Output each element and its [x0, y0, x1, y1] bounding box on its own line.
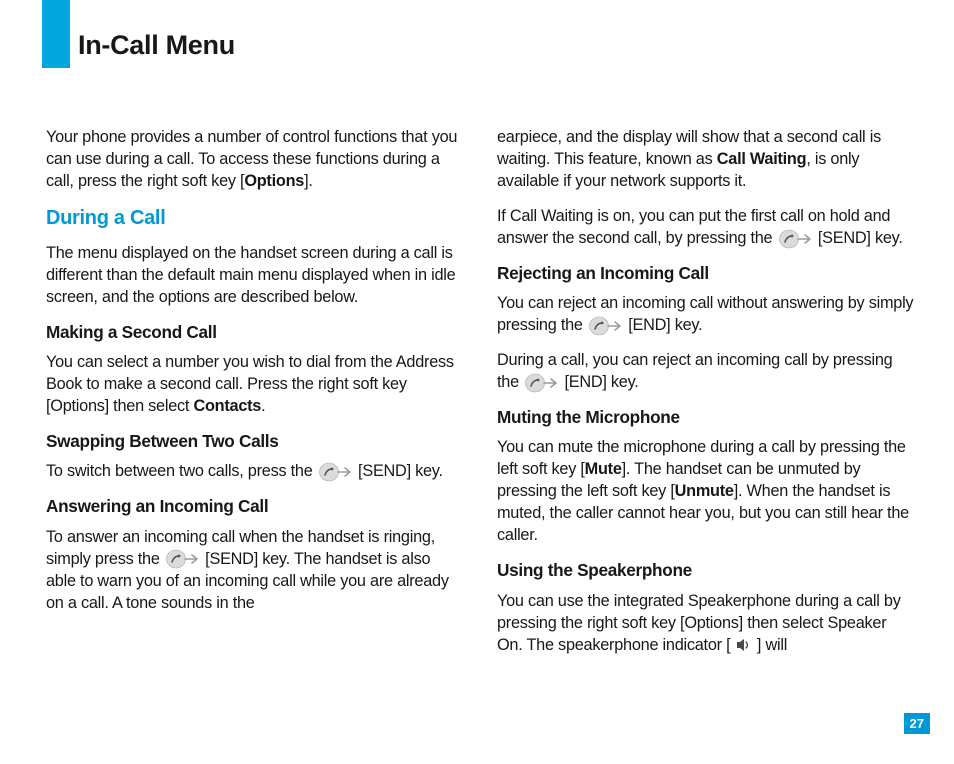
rejecting-call-heading: Rejecting an Incoming Call — [497, 262, 914, 285]
reject-text-b: [END] key. — [624, 316, 702, 334]
call-waiting-text-2: If Call Waiting is on, you can put the f… — [497, 205, 914, 249]
intro-text-b: ]. — [304, 172, 313, 190]
rejecting-call-text: You can reject an incoming call without … — [497, 292, 914, 336]
content-columns: Your phone provides a number of control … — [0, 72, 954, 669]
making-second-call-text: You can select a number you wish to dial… — [46, 351, 463, 417]
muting-mic-text: You can mute the microphone during a cal… — [497, 436, 914, 546]
swap-text-a: To switch between two calls, press the — [46, 462, 317, 480]
waiting2-text-b: [SEND] key. — [814, 229, 903, 247]
reject2-text-b: [END] key. — [560, 373, 638, 391]
mute-bold: Mute — [585, 460, 622, 478]
end-key-icon — [525, 375, 558, 391]
during-a-call-text: The menu displayed on the handset screen… — [46, 242, 463, 308]
swapping-calls-text: To switch between two calls, press the [… — [46, 460, 463, 482]
speakerphone-text: You can use the integrated Speakerphone … — [497, 590, 914, 656]
unmute-bold: Unmute — [675, 482, 734, 500]
column-right: earpiece, and the display will show that… — [497, 126, 914, 669]
intro-paragraph: Your phone provides a number of control … — [46, 126, 463, 192]
speaker-text-a: You can use the integrated Speakerphone … — [497, 592, 901, 654]
options-bold: Options — [244, 172, 304, 190]
second-text-b: . — [261, 397, 265, 415]
making-second-call-heading: Making a Second Call — [46, 321, 463, 344]
answering-call-heading: Answering an Incoming Call — [46, 495, 463, 518]
header-accent-tab — [42, 0, 70, 68]
swapping-calls-heading: Swapping Between Two Calls — [46, 430, 463, 453]
send-key-icon — [319, 464, 352, 480]
swap-text-b: [SEND] key. — [354, 462, 443, 480]
answering-call-text: To answer an incoming call when the hand… — [46, 526, 463, 614]
page-title: In-Call Menu — [78, 30, 235, 61]
speaker-text-b: ] will — [753, 636, 787, 654]
reject-text-a: You can reject an incoming call without … — [497, 294, 913, 334]
speaker-icon — [735, 637, 753, 653]
speakerphone-heading: Using the Speakerphone — [497, 559, 914, 582]
page-header: In-Call Menu — [0, 0, 954, 72]
rejecting-call-text-2: During a call, you can reject an incomin… — [497, 349, 914, 393]
call-waiting-text: earpiece, and the display will show that… — [497, 126, 914, 192]
muting-mic-heading: Muting the Microphone — [497, 406, 914, 429]
call-waiting-bold: Call Waiting — [717, 150, 807, 168]
end-key-icon — [589, 318, 622, 334]
column-left: Your phone provides a number of control … — [46, 126, 463, 669]
during-a-call-heading: During a Call — [46, 205, 463, 232]
send-key-icon — [779, 231, 812, 247]
contacts-bold: Contacts — [193, 397, 261, 415]
page-number: 27 — [904, 713, 930, 734]
send-key-icon — [166, 551, 199, 567]
